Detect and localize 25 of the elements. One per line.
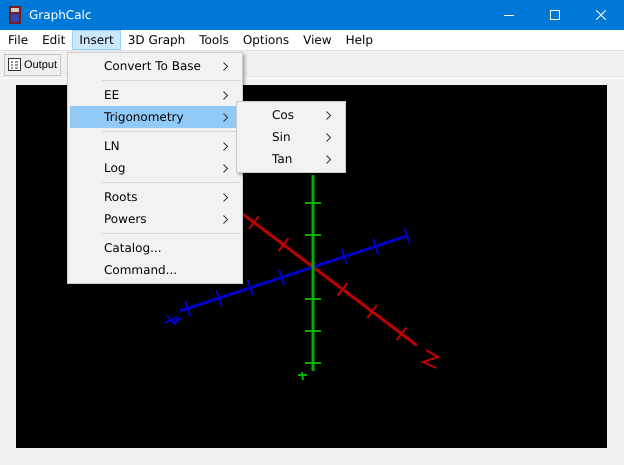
menu-entry[interactable]: Catalog... xyxy=(70,237,240,259)
list-icon xyxy=(8,58,21,71)
menu-item[interactable]: Help xyxy=(338,30,380,50)
menu-entry[interactable]: Log xyxy=(70,157,240,179)
menu-item[interactable]: 3D Graph xyxy=(120,30,192,50)
maximize-icon xyxy=(550,10,560,20)
menu-entry[interactable]: Roots xyxy=(70,186,240,208)
menu-item[interactable]: Tools xyxy=(192,30,236,50)
menu-entry[interactable]: Tan xyxy=(239,148,343,170)
menu-entry[interactable]: Sin xyxy=(239,126,343,148)
menu-item[interactable]: View xyxy=(296,30,339,50)
calculator-icon xyxy=(9,6,21,24)
menu-entry[interactable]: LN xyxy=(70,135,240,157)
menu-entry[interactable]: Cos xyxy=(239,104,343,126)
window-title: GraphCalc xyxy=(29,8,92,22)
menu-item[interactable]: File xyxy=(1,30,36,50)
output-button[interactable]: Output xyxy=(4,54,62,76)
menu-item[interactable]: Edit xyxy=(35,30,72,50)
menu-item[interactable]: Insert xyxy=(72,30,121,50)
menu-entry[interactable]: Convert To Base xyxy=(70,55,240,77)
close-icon xyxy=(596,10,606,20)
menu-entry[interactable]: Command... xyxy=(70,259,240,281)
menu-entry[interactable]: Powers xyxy=(70,208,240,230)
menu-entry[interactable]: EE xyxy=(70,84,240,106)
menu-item[interactable]: Options xyxy=(236,30,296,50)
